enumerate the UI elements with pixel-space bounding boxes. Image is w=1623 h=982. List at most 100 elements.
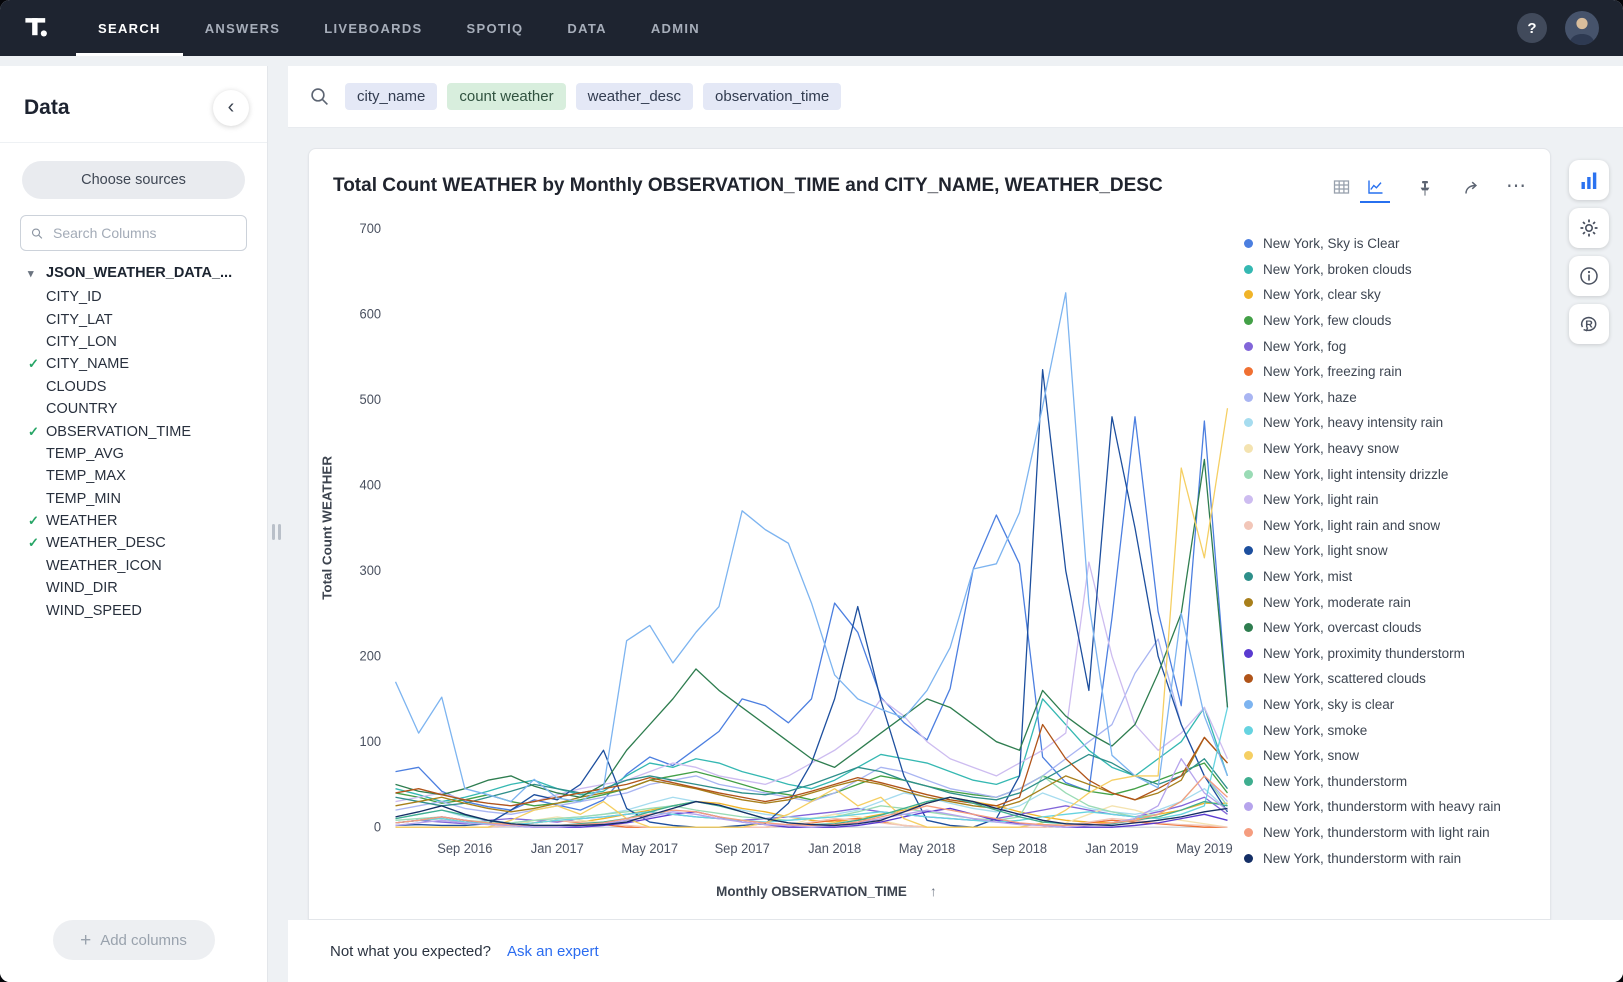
- search-bar[interactable]: city_name count weather weather_desc observ…: [288, 66, 1623, 128]
- legend-item[interactable]: New York, Sky is Clear: [1244, 231, 1538, 257]
- table-node[interactable]: ▾ JSON_WEATHER_DATA_...: [28, 265, 267, 281]
- legend-item[interactable]: New York, thunderstorm with rain: [1244, 845, 1538, 871]
- x-tick-label: May 2018: [899, 841, 956, 856]
- legend-item[interactable]: New York, proximity thunderstorm: [1244, 641, 1538, 667]
- nav-item-search[interactable]: SEARCH: [76, 0, 183, 56]
- legend-item[interactable]: New York, clear sky: [1244, 282, 1538, 308]
- legend-item[interactable]: New York, haze: [1244, 385, 1538, 411]
- choose-sources-button[interactable]: Choose sources: [22, 161, 245, 199]
- help-button[interactable]: ?: [1517, 13, 1547, 43]
- column-search-box: [20, 215, 247, 251]
- search-token-observation_time[interactable]: observation_time: [703, 83, 841, 110]
- nav-item-liveboards[interactable]: LIVEBOARDS: [302, 0, 444, 56]
- legend-item[interactable]: New York, thunderstorm with heavy rain: [1244, 794, 1538, 820]
- sidebar-column-country[interactable]: COUNTRY: [28, 398, 267, 420]
- sidebar-column-temp_avg[interactable]: TEMP_AVG: [28, 443, 267, 465]
- legend-item[interactable]: New York, moderate rain: [1244, 589, 1538, 615]
- avatar[interactable]: [1565, 11, 1599, 45]
- ask-expert-link[interactable]: Ask an expert: [507, 943, 599, 960]
- legend-item[interactable]: New York, smoke: [1244, 717, 1538, 743]
- legend-item[interactable]: New York, sky is clear: [1244, 692, 1538, 718]
- legend-item[interactable]: New York, freezing rain: [1244, 359, 1538, 385]
- column-label: COUNTRY: [46, 401, 117, 417]
- data-panel-title: Data: [24, 96, 70, 120]
- top-bar: SEARCHANSWERSLIVEBOARDSSPOTIQDATAADMIN ?: [0, 0, 1623, 56]
- search-token-weather_desc[interactable]: weather_desc: [576, 83, 693, 110]
- nav-item-spotiq[interactable]: SPOTIQ: [445, 0, 546, 56]
- column-label: CITY_LAT: [46, 312, 113, 328]
- nav-item-admin[interactable]: ADMIN: [629, 0, 722, 56]
- legend-item[interactable]: New York, snow: [1244, 743, 1538, 769]
- legend-label: New York, thunderstorm with light rain: [1263, 825, 1490, 840]
- add-columns-button[interactable]: + Add columns: [53, 920, 215, 960]
- resize-handle[interactable]: [272, 524, 281, 540]
- info-button[interactable]: [1569, 256, 1609, 296]
- legend-item[interactable]: New York, thunderstorm with light rain: [1244, 820, 1538, 846]
- legend-label: New York, snow: [1263, 748, 1359, 763]
- sidebar-column-city_id[interactable]: CITY_ID: [28, 286, 267, 308]
- sidebar-column-wind_speed[interactable]: WIND_SPEED: [28, 599, 267, 621]
- gear-icon: [1579, 218, 1599, 238]
- share-arrow-icon: [1463, 180, 1480, 196]
- search-token-city_name[interactable]: city_name: [345, 83, 437, 110]
- legend-item[interactable]: New York, broken clouds: [1244, 257, 1538, 283]
- legend-item[interactable]: New York, scattered clouds: [1244, 666, 1538, 692]
- sort-arrow-icon[interactable]: ↑: [930, 884, 937, 899]
- configure-button[interactable]: [1569, 208, 1609, 248]
- sidebar-column-weather[interactable]: ✓WEATHER: [28, 510, 267, 532]
- caret-down-icon[interactable]: ▾: [28, 267, 46, 280]
- chart-view-button[interactable]: [1360, 173, 1390, 203]
- nav-item-data[interactable]: DATA: [545, 0, 628, 56]
- answer-title: Total Count WEATHER by Monthly OBSERVATI…: [333, 169, 1326, 197]
- x-tick-label: Sep 2016: [437, 841, 492, 856]
- legend-item[interactable]: New York, heavy intensity rain: [1244, 410, 1538, 436]
- search-icon: [31, 226, 43, 241]
- sidebar-column-temp_min[interactable]: TEMP_MIN: [28, 488, 267, 510]
- sidebar-column-wind_dir[interactable]: WIND_DIR: [28, 577, 267, 599]
- answer-card: Total Count WEATHER by Monthly OBSERVATI…: [308, 148, 1551, 920]
- answer-footer: Not what you expected? Ask an expert: [288, 920, 1623, 982]
- legend-item[interactable]: New York, mist: [1244, 564, 1538, 590]
- legend-item[interactable]: New York, light snow: [1244, 538, 1538, 564]
- legend-item[interactable]: New York, light intensity drizzle: [1244, 461, 1538, 487]
- legend-label: New York, proximity thunderstorm: [1263, 646, 1465, 661]
- legend-item[interactable]: New York, fog: [1244, 333, 1538, 359]
- avatar-image: [1565, 11, 1599, 45]
- legend-item[interactable]: New York, overcast clouds: [1244, 615, 1538, 641]
- legend-item[interactable]: New York, few clouds: [1244, 308, 1538, 334]
- legend-dot: [1244, 828, 1253, 837]
- legend-item[interactable]: New York, thunderstorm: [1244, 768, 1538, 794]
- sidebar-column-observation_time[interactable]: ✓OBSERVATION_TIME: [28, 420, 267, 442]
- footer-question: Not what you expected?: [330, 943, 491, 960]
- legend-item[interactable]: New York, heavy snow: [1244, 436, 1538, 462]
- legend-item[interactable]: New York, light rain: [1244, 487, 1538, 513]
- share-button[interactable]: [1456, 173, 1486, 203]
- sidebar-column-temp_max[interactable]: TEMP_MAX: [28, 465, 267, 487]
- search-token-count-weather[interactable]: count weather: [447, 83, 565, 110]
- r-analysis-button[interactable]: R: [1569, 304, 1609, 344]
- nav-item-answers[interactable]: ANSWERS: [183, 0, 303, 56]
- legend-dot: [1244, 521, 1253, 530]
- legend-item[interactable]: New York, light rain and snow: [1244, 513, 1538, 539]
- chart-type-button[interactable]: [1569, 160, 1609, 200]
- sidebar-column-weather_icon[interactable]: WEATHER_ICON: [28, 555, 267, 577]
- sidebar-column-city_name[interactable]: ✓CITY_NAME: [28, 353, 267, 375]
- sidebar-column-weather_desc[interactable]: ✓WEATHER_DESC: [28, 532, 267, 554]
- more-options-button[interactable]: ⋯: [1502, 173, 1532, 203]
- pin-button[interactable]: [1410, 173, 1440, 203]
- legend-label: New York, freezing rain: [1263, 364, 1402, 379]
- legend-dot: [1244, 290, 1253, 299]
- content: Data ‹ Choose sources ▾ JSON_WEATHER_DAT…: [0, 56, 1623, 982]
- x-tick-label: Jan 2018: [808, 841, 861, 856]
- sidebar-column-clouds[interactable]: CLOUDS: [28, 376, 267, 398]
- legend-dot: [1244, 393, 1253, 402]
- sidebar-column-city_lon[interactable]: CITY_LON: [28, 331, 267, 353]
- thoughtspot-logo[interactable]: [0, 10, 76, 46]
- legend-label: New York, thunderstorm with heavy rain: [1263, 799, 1501, 814]
- x-tick-label: Jan 2017: [531, 841, 584, 856]
- collapse-panel-button[interactable]: ‹: [213, 90, 249, 126]
- column-search-input[interactable]: [51, 224, 236, 242]
- sidebar-column-city_lat[interactable]: CITY_LAT: [28, 308, 267, 330]
- table-view-button[interactable]: [1326, 173, 1356, 203]
- legend-dot: [1244, 854, 1253, 863]
